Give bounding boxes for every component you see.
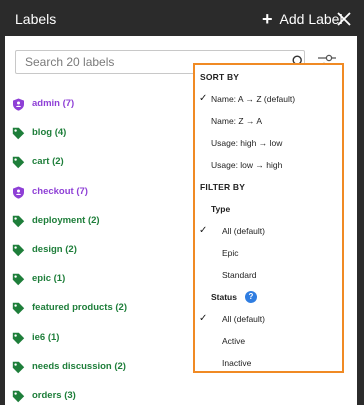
label-name: design (2) (32, 244, 77, 255)
label-item[interactable]: ie6 (1) (5, 328, 195, 350)
label-item[interactable]: admin (7) (5, 94, 195, 116)
label-item[interactable]: design (2) (5, 240, 195, 262)
tag-icon (12, 127, 25, 140)
tag-icon (12, 273, 25, 286)
tag-icon (12, 332, 25, 345)
scrollbar[interactable] (357, 36, 364, 405)
help-icon[interactable]: ? (245, 291, 257, 303)
label-item[interactable]: blog (4) (5, 123, 195, 145)
tag-icon (12, 156, 25, 169)
status-option-all[interactable]: All (default) (222, 314, 265, 324)
type-option-all[interactable]: All (default) (222, 226, 265, 236)
label-name: orders (3) (32, 390, 76, 401)
shield-icon (12, 186, 25, 199)
sort-option-usage-desc[interactable]: Usage: high → low (211, 138, 282, 148)
type-option-epic[interactable]: Epic (222, 248, 239, 258)
label-name: ie6 (1) (32, 331, 60, 343)
close-icon[interactable] (336, 11, 352, 27)
label-item[interactable]: orders (3) (5, 386, 195, 405)
label-name: epic (1) (32, 273, 66, 285)
label-item[interactable]: checkout (7) (5, 182, 195, 204)
label-item[interactable]: deployment (2) (5, 211, 195, 233)
plus-icon: + (262, 9, 273, 29)
label-name: checkout (7) (32, 185, 88, 197)
sort-option-name-desc[interactable]: Name: Z → A (211, 116, 262, 126)
label-name: blog (4) (32, 127, 67, 139)
label-item[interactable]: featured products (2) (5, 298, 195, 320)
sort-option-usage-asc[interactable]: Usage: low → high (211, 160, 282, 170)
label-name: deployment (2) (32, 214, 100, 226)
check-icon: ✓ (199, 313, 208, 324)
status-option-active[interactable]: Active (222, 336, 245, 346)
check-icon: ✓ (199, 93, 208, 104)
tag-icon (12, 244, 25, 257)
tag-icon (12, 302, 25, 315)
tag-icon (12, 215, 25, 228)
label-item[interactable]: cart (2) (5, 152, 195, 174)
sort-filter-dropdown: SORT BY ✓ Name: A → Z (default) Name: Z … (193, 63, 344, 373)
label-name: admin (7) (32, 98, 75, 109)
type-subheading: Type (211, 204, 231, 214)
label-name: featured products (2) (32, 302, 128, 314)
sort-by-heading: SORT BY (200, 72, 240, 82)
label-name: needs discussion (2) (32, 360, 126, 372)
tag-icon (12, 361, 25, 374)
shield-icon (12, 98, 25, 111)
panel-title: Labels (15, 11, 57, 27)
filter-by-heading: FILTER BY (200, 182, 246, 192)
labels-panel: Labels + Add Label admin (7) blog (4) cart… (0, 0, 364, 405)
status-subheading: Status (211, 292, 237, 302)
tag-icon (12, 390, 25, 403)
add-label-text: Add Label (279, 11, 343, 27)
label-item[interactable]: needs discussion (2) (5, 357, 195, 379)
panel-header: Labels + Add Label (0, 0, 364, 36)
label-item[interactable]: epic (1) (5, 269, 195, 291)
type-option-standard[interactable]: Standard (222, 270, 257, 280)
add-label-button[interactable]: + Add Label (262, 8, 343, 30)
check-icon: ✓ (199, 225, 208, 236)
sort-option-name-asc[interactable]: Name: A → Z (default) (211, 94, 295, 104)
status-option-inactive[interactable]: Inactive (222, 358, 251, 368)
label-name: cart (2) (32, 156, 64, 168)
